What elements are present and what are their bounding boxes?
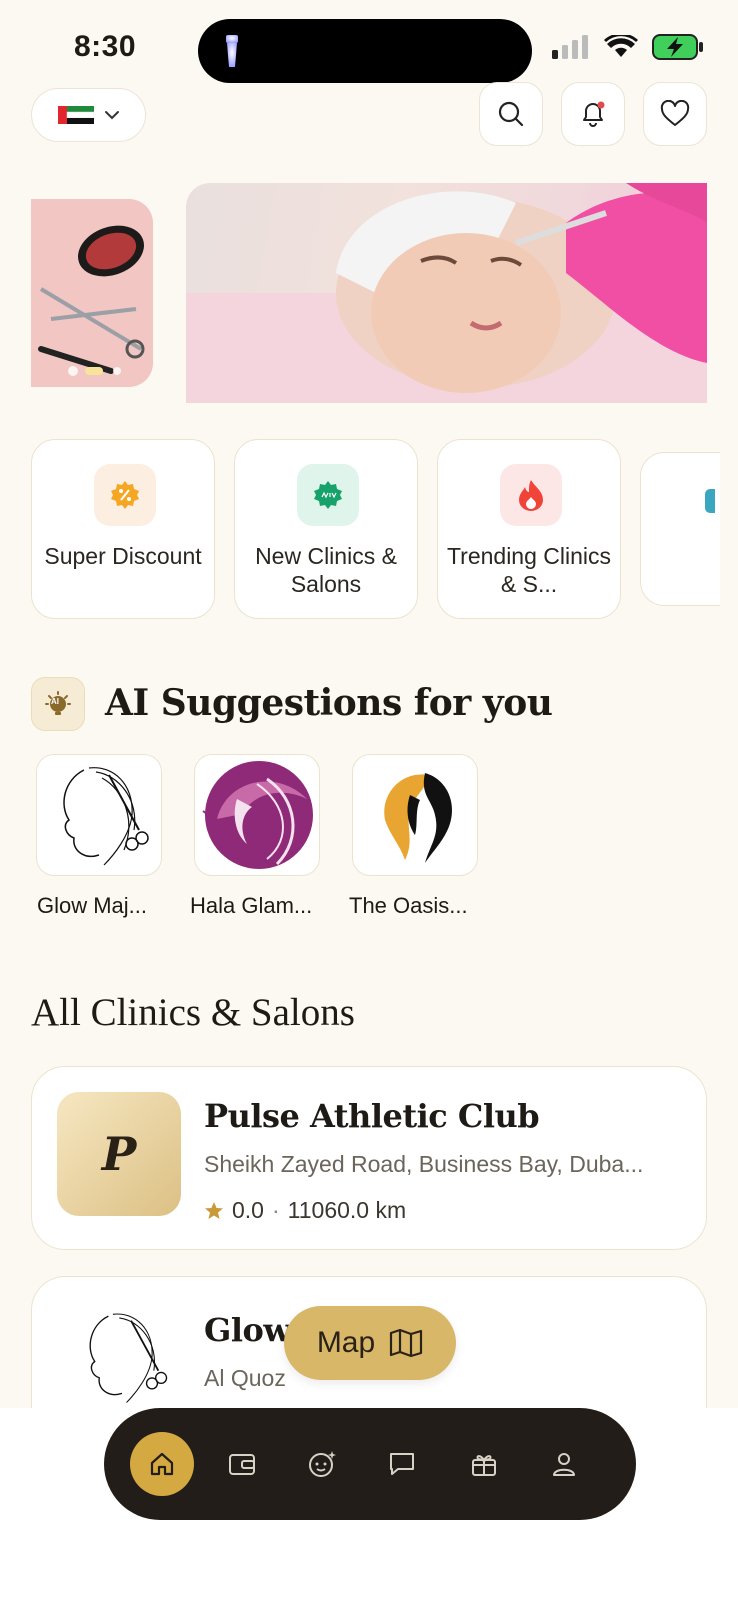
- hair-tools-image: [38, 225, 145, 376]
- nav-profile[interactable]: [534, 1434, 594, 1494]
- dynamic-island: [198, 19, 532, 83]
- all-clinics-title: All Clinics & Salons: [31, 991, 355, 1034]
- listing-address: Al Quoz: [204, 1365, 286, 1391]
- status-icons: [552, 34, 704, 60]
- nav-messages[interactable]: [372, 1434, 432, 1494]
- listing-distance: 11060.0 km: [287, 1197, 407, 1223]
- salon-logo-purple: [202, 761, 313, 869]
- new-badge-icon: [314, 481, 342, 509]
- favorites-button[interactable]: [643, 82, 707, 146]
- map-button[interactable]: Map: [284, 1306, 456, 1380]
- signal-icon: [552, 35, 588, 59]
- category-new-clinics[interactable]: New Clinics & Salons: [234, 439, 418, 619]
- bell-icon: [583, 101, 605, 127]
- notifications-button[interactable]: [561, 82, 625, 146]
- facial-treatment-image: [186, 183, 707, 403]
- category-icon-bg: [94, 464, 156, 526]
- category-trending[interactable]: Trending Clinics & S...: [437, 439, 621, 619]
- map-icon: [390, 1328, 423, 1358]
- suggestion-name: Glow Maj...: [37, 893, 148, 918]
- listing-address: Sheikh Zayed Road, Business Bay, Duba...: [204, 1151, 644, 1177]
- listing-rating: 0.0: [232, 1197, 264, 1223]
- category-next-partial[interactable]: [640, 452, 720, 606]
- category-icon-bg: [500, 464, 562, 526]
- suggestion-name: Hala Glam...: [190, 893, 313, 918]
- ai-badge-label: AI: [51, 697, 59, 706]
- wifi-icon: [604, 35, 638, 57]
- suggestion-card-glow[interactable]: [36, 754, 162, 876]
- star-icon: [205, 1201, 223, 1219]
- flashlight-icon: [226, 35, 238, 67]
- status-time: 8:30: [74, 30, 137, 63]
- category-super-discount[interactable]: Super Discount: [31, 439, 215, 619]
- search-icon: [498, 101, 524, 127]
- profile-icon: [553, 1453, 575, 1476]
- nav-beauty-ai[interactable]: [292, 1434, 352, 1494]
- nav-wallet[interactable]: [212, 1434, 272, 1494]
- bottom-nav: [104, 1408, 636, 1520]
- gift-icon: [472, 1455, 496, 1476]
- map-button-label: Map: [316, 1326, 376, 1359]
- category-label: Super Discount: [44, 543, 202, 569]
- listing-logo-lineart: [89, 1313, 168, 1403]
- suggestion-card-oasis[interactable]: [352, 754, 478, 876]
- category-icon-bg: [297, 464, 359, 526]
- discount-badge-icon: [111, 481, 139, 509]
- battery-charging-icon: [652, 34, 703, 60]
- chevron-down-icon: [104, 111, 119, 120]
- separator-dot: ·: [271, 1197, 280, 1223]
- listing-meta: 0.0 · 11060.0 km: [204, 1197, 406, 1224]
- promo-banner-previous[interactable]: [31, 199, 153, 387]
- salon-logo-gold: [384, 773, 453, 863]
- suggestion-name: The Oasis...: [349, 893, 468, 918]
- search-button[interactable]: [479, 82, 543, 146]
- face-sparkle-icon: [309, 1451, 336, 1477]
- category-label: Trending Clinics & S...: [446, 543, 612, 597]
- listing-name: Pulse Athletic Club: [204, 1097, 540, 1135]
- wallet-icon: [229, 1454, 255, 1475]
- heart-icon: [660, 100, 690, 126]
- listing-card-pulse[interactable]: P Pulse Athletic Club Sheikh Zayed Road,…: [31, 1066, 707, 1250]
- salon-logo-lineart: [63, 767, 149, 866]
- logo-letter: P: [101, 1127, 137, 1181]
- listing-logo: P: [57, 1092, 181, 1216]
- suggestion-card-hala[interactable]: [194, 754, 320, 876]
- category-label: New Clinics & Salons: [255, 543, 397, 597]
- home-icon: [150, 1452, 174, 1476]
- ai-section-title: AI Suggestions for you: [105, 682, 553, 724]
- fire-icon: [519, 480, 543, 511]
- nav-gifts[interactable]: [454, 1434, 514, 1494]
- country-selector[interactable]: [31, 88, 146, 142]
- nav-home[interactable]: [130, 1432, 194, 1496]
- chat-icon: [390, 1453, 414, 1475]
- listing-name: Glow: [204, 1311, 291, 1349]
- promo-banner-main[interactable]: [186, 183, 707, 403]
- uae-flag-icon: [57, 106, 94, 124]
